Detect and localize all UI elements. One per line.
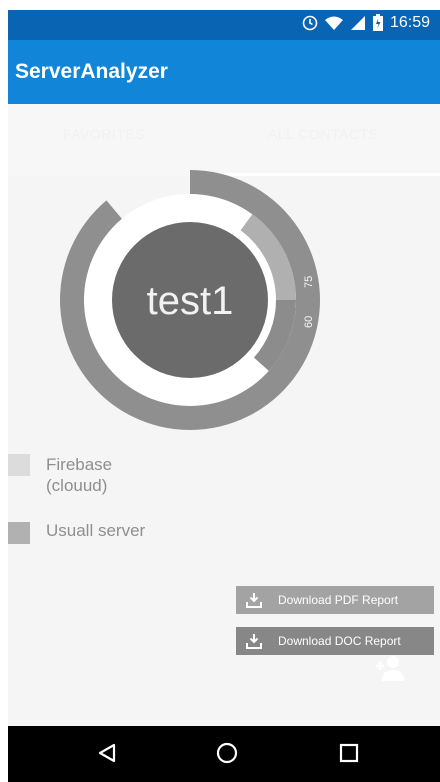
download-icon <box>246 592 264 608</box>
legend-label-firebase: Firebase (clouud) <box>46 454 112 496</box>
status-time: 16:59 <box>389 14 430 31</box>
tab-favorites[interactable]: FAVORITES <box>63 126 145 142</box>
wifi-icon <box>324 16 343 30</box>
home-circle-icon[interactable] <box>216 742 238 764</box>
data-label-75: 75 <box>303 276 315 288</box>
navigation-bar <box>8 726 440 782</box>
back-triangle-icon[interactable] <box>96 742 118 764</box>
legend-swatch-firebase <box>8 454 30 476</box>
legend-label-usuall-line1: Usuall server <box>46 521 146 540</box>
download-doc-button[interactable]: Download DOC Report <box>236 627 434 655</box>
legend-label-usuall: Usuall server <box>46 520 145 541</box>
status-icons: 16:59 <box>302 14 430 32</box>
app-title: ServerAnalyzer <box>15 60 168 83</box>
status-bar: 16:59 <box>8 10 440 40</box>
legend-label-firebase-line2: (clouud) <box>46 476 108 495</box>
tab-all-contacts[interactable]: ALL CONTACTS <box>268 126 378 142</box>
download-doc-label: Download DOC Report <box>278 634 401 648</box>
download-pdf-label: Download PDF Report <box>278 593 399 607</box>
download-pdf-button[interactable]: Download PDF Report <box>236 586 434 614</box>
data-label-60: 60 <box>303 316 315 328</box>
download-icon <box>246 633 264 649</box>
donut-center-label: test1 <box>147 279 234 323</box>
legend-swatch-usuall <box>8 522 30 544</box>
app-bar: ServerAnalyzer <box>8 40 440 104</box>
donut-chart[interactable]: test1 75 60 <box>60 170 320 430</box>
phone-screen: 16:59 ServerAnalyzer FAVORITES ALL CONTA… <box>8 10 440 782</box>
alarm-icon <box>302 15 318 31</box>
legend-label-firebase-line1: Firebase <box>46 455 113 474</box>
signal-icon <box>350 16 365 30</box>
add-person-icon[interactable] <box>374 654 404 682</box>
recents-square-icon[interactable] <box>338 742 360 764</box>
battery-icon <box>372 14 383 31</box>
tab-bar: FAVORITES ALL CONTACTS <box>8 104 440 176</box>
